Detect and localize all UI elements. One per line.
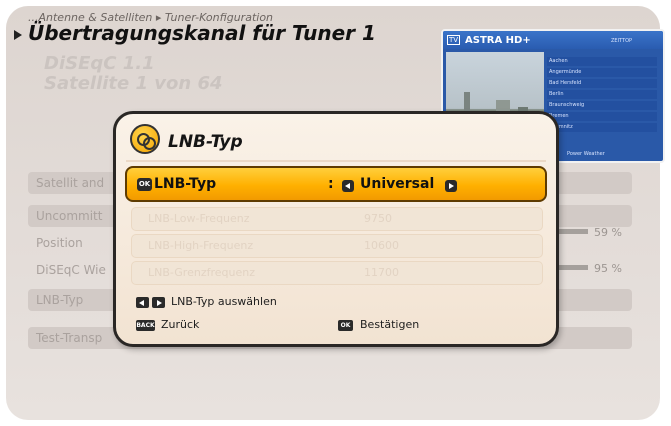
ok-key-icon: OK [338, 320, 353, 331]
list-item-label: Satellit and [36, 176, 105, 190]
preview-footer: Power Weather [567, 151, 605, 157]
arrow-left-icon[interactable] [342, 180, 354, 192]
row-value: 10600 [364, 239, 399, 252]
diseqc-bar [555, 265, 588, 270]
confirm-text[interactable]: Bestätigen [360, 318, 419, 331]
row-value: 11700 [364, 266, 399, 279]
lnb-type-dialog: LNB-Typ OK LNB-Typ : Universal LNB-Low-F… [113, 111, 559, 347]
preview-channel: ASTRA HD+ [465, 35, 531, 46]
help-select-text: LNB-Typ auswählen [171, 295, 277, 308]
back-key-icon: BACK [136, 320, 155, 331]
ring-shape [143, 137, 156, 150]
lnb-cutoff-frequency-row: LNB-Grenzfrequenz 11700 [131, 261, 543, 285]
list-item-label: Test-Transp [36, 331, 103, 345]
subtitle-satellite: Satellite 1 von 64 [44, 73, 223, 94]
satellite-icon [130, 124, 160, 154]
list-item-label: Position [36, 236, 83, 250]
weather-row: Angermünde [547, 68, 657, 77]
selector-colon: : [328, 176, 334, 192]
subtitle-diseqc: DiSEqC 1.1 [44, 53, 155, 74]
divider [126, 160, 546, 162]
diseqc-percent: 95 % [594, 262, 622, 275]
page-title: Übertragungskanal für Tuner 1 [28, 21, 376, 45]
back-text[interactable]: Zurück [161, 318, 199, 331]
weather-row: Braunschweig [547, 101, 657, 110]
ok-key-icon: OK [137, 178, 152, 191]
row-value: 9750 [364, 212, 392, 225]
weather-row: Bad Hersfeld [547, 79, 657, 88]
arrow-right-icon[interactable] [445, 180, 457, 192]
weather-row: Aachen [547, 57, 657, 66]
row-label: LNB-Grenzfrequenz [148, 266, 255, 279]
position-bar [555, 229, 588, 234]
weather-list: Aachen Angermünde Bad Hersfeld Berlin Br… [547, 57, 657, 134]
right-key-icon [152, 297, 165, 308]
dialog-title: LNB-Typ [168, 132, 243, 152]
list-item-label: DiSEqC Wie [36, 263, 106, 277]
preview-header-text: ZEITTOP [611, 38, 633, 44]
lnb-low-frequency-row: LNB-Low-Frequenz 9750 [131, 207, 543, 231]
lnb-high-frequency-row: LNB-High-Frequenz 10600 [131, 234, 543, 258]
weather-row: Berlin [547, 90, 657, 99]
row-label: LNB-High-Frequenz [148, 239, 254, 252]
selector-label: LNB-Typ [154, 176, 217, 192]
title-arrow-icon [14, 30, 22, 40]
list-item-label: LNB-Typ [36, 293, 84, 307]
weather-row: Chemnitz [547, 123, 657, 132]
weather-row: Bremen [547, 112, 657, 121]
lnb-type-selector[interactable]: OK LNB-Typ : Universal [125, 166, 547, 202]
row-label: LNB-Low-Frequenz [148, 212, 250, 225]
position-percent: 59 % [594, 226, 622, 239]
tv-icon: TV [447, 35, 461, 45]
list-item-label: Uncommitt [36, 209, 103, 223]
selector-value: Universal [360, 176, 435, 192]
left-key-icon [136, 297, 149, 308]
